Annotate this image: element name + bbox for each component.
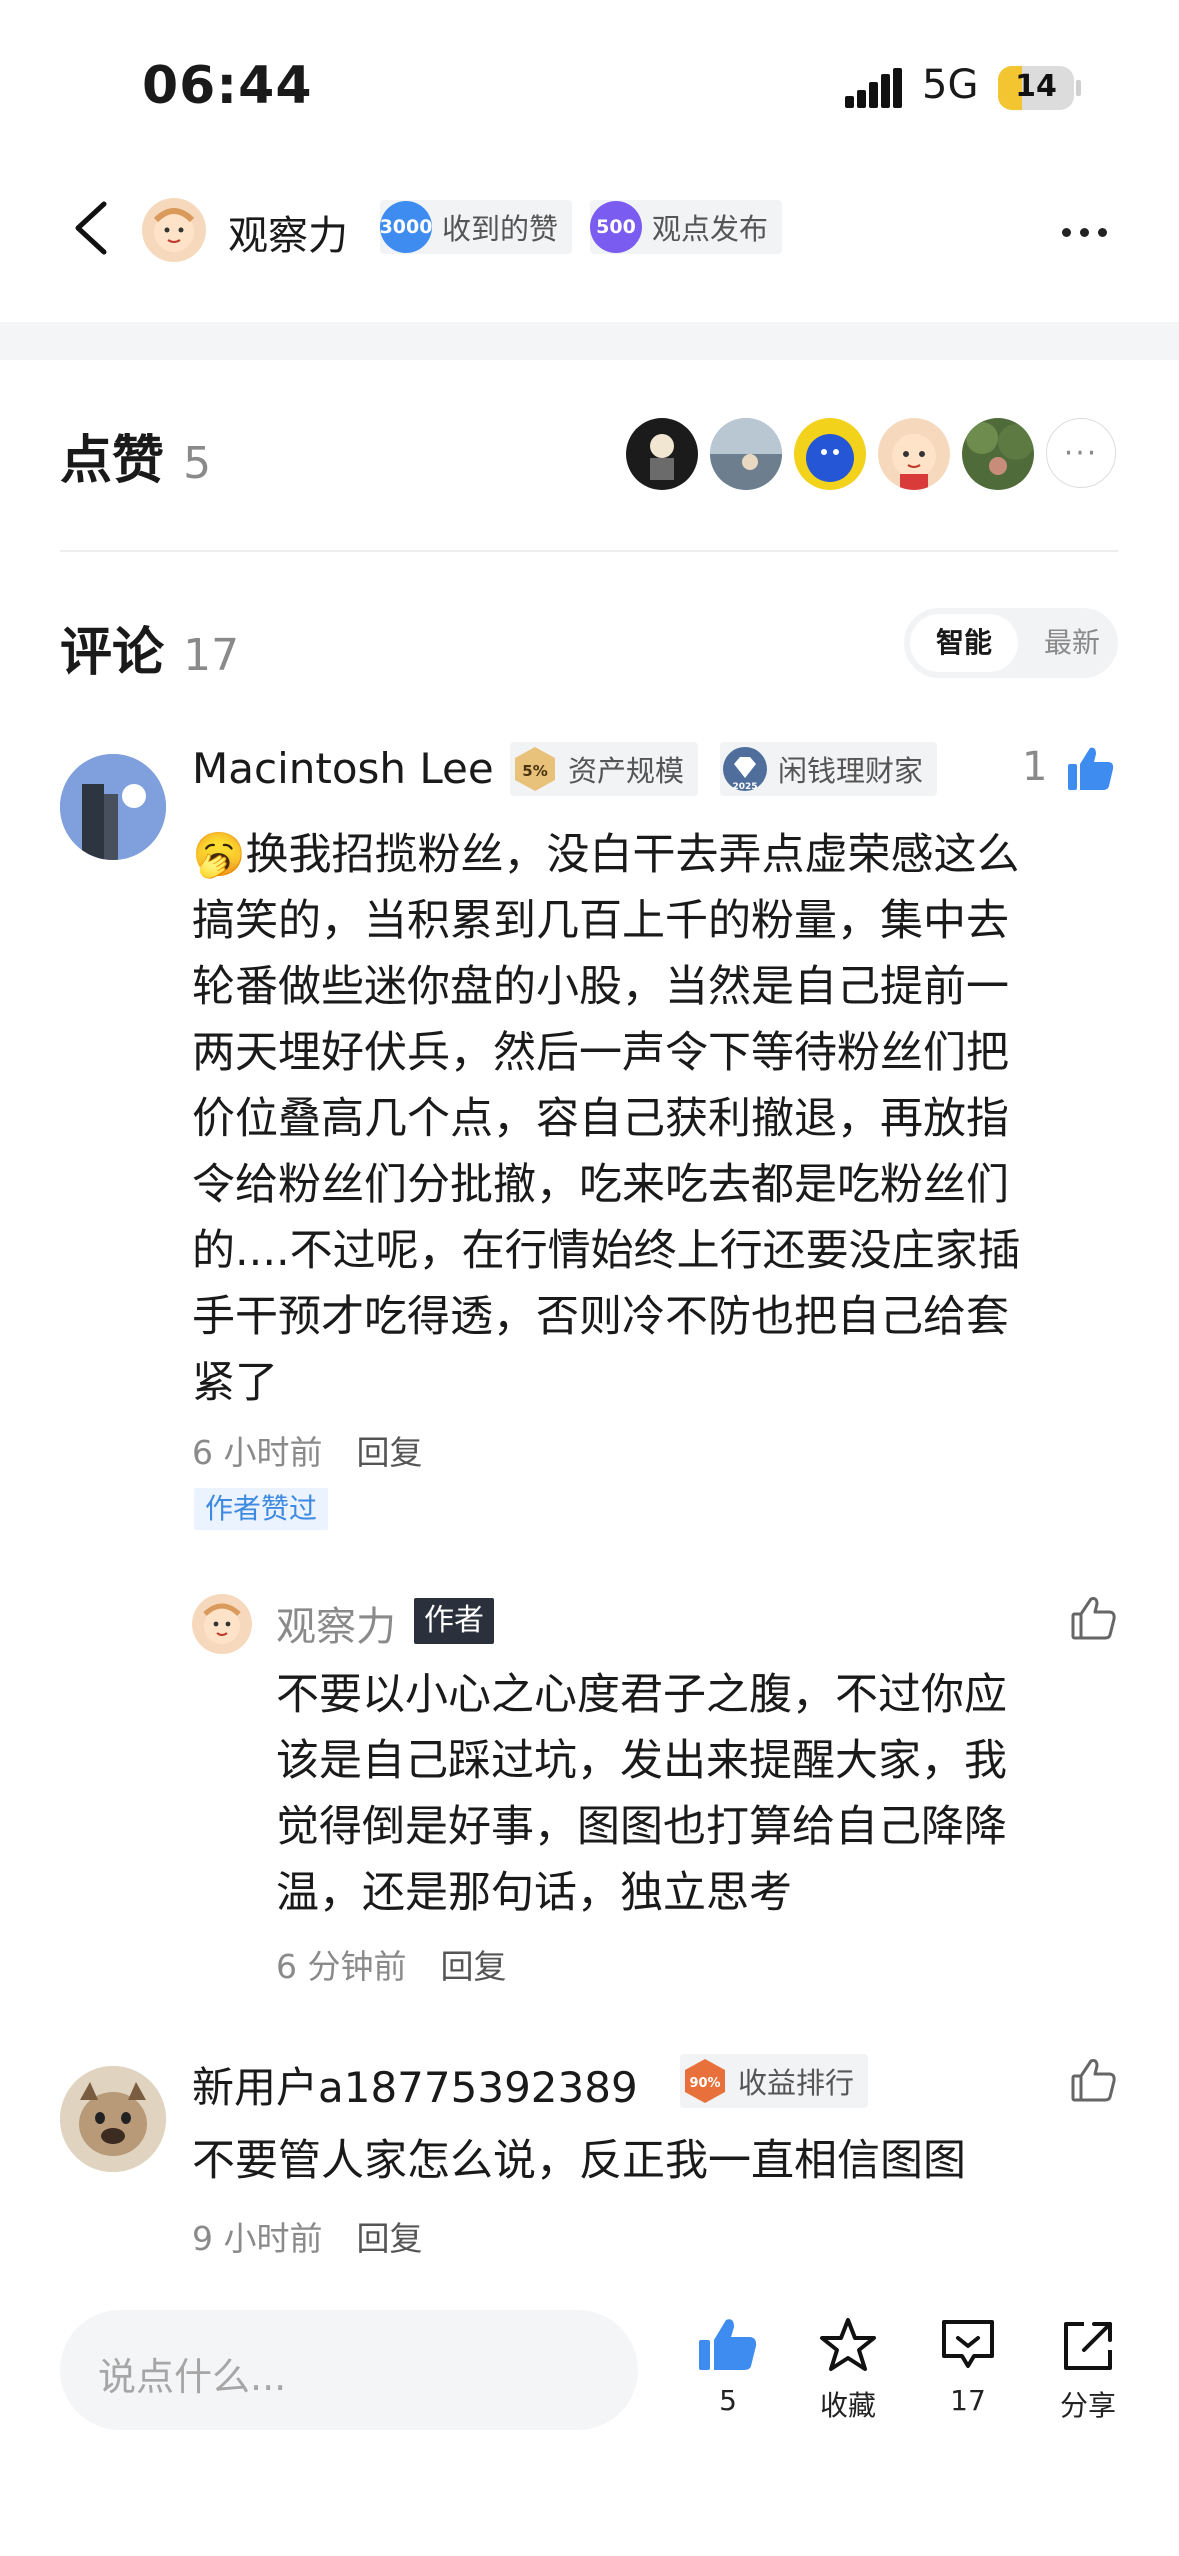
comment-like-count: 1 [1022,744,1048,790]
comment-action[interactable]: 17 [930,2316,1006,2417]
reply-avatar[interactable] [192,1594,252,1654]
reply-line: 不要以小心之心度君子之腹，不过你应 [276,1670,1007,1720]
share-action[interactable]: 分享 [1048,2316,1128,2424]
commenter-name[interactable]: 新用户a18775392389 [192,2054,638,2115]
status-time: 06:44 [142,56,313,116]
collect-action[interactable]: 收藏 [808,2316,888,2424]
sort-smart-tab[interactable]: 智能 [910,614,1018,672]
likes-title: 点赞 [60,431,165,491]
reply-body: 不要以小心之心度君子之腹，不过你应 该是自己踩过坑，发出来提醒大家，我 觉得倒是… [276,1662,1116,1926]
comment-line: 两天埋好伏兵，然后一声令下等待粉丝们把 [192,1028,1009,1078]
comment-input[interactable]: 说点什么... [60,2310,638,2430]
reply-time: 6 分钟前 [276,1947,407,1986]
likes-divider [60,550,1118,552]
investor-tag[interactable]: 2025 闲钱理财家 [720,742,938,796]
reply-line: 觉得倒是好事，图图也打算给自己降降 [276,1802,1007,1852]
comment-line-text: 换我招揽粉丝，没白干去弄点虚荣感这么 [245,830,1020,880]
author-liked-badge: 作者赞过 [194,1488,329,1530]
comment-line: 的....不过呢，在行情始终上行还要没庄家插 [192,1226,1021,1276]
comment-bubble-icon [942,2320,994,2368]
return-rank-tag[interactable]: 90% 收益排行 [680,2054,869,2108]
comment-body: 🥱换我招揽粉丝，没白干去弄点虚荣感这么 搞笑的，当积累到几百上千的粉量，集中去 … [192,822,1132,1416]
battery-icon: 14 [998,66,1074,110]
asset-scale-icon: 5% [510,744,560,794]
posts-published-chip[interactable]: 500 观点发布 [590,200,783,254]
commenter-avatar[interactable] [60,2066,166,2172]
comment-count: 17 [950,2384,986,2417]
comments-count: 17 [183,630,240,681]
reply-author-name[interactable]: 观察力 [276,1594,396,1652]
asset-scale-tag[interactable]: 5% 资产规模 [510,742,699,796]
comment-line: 令给粉丝们分批撤，吃来吃去都是吃粉丝们 [192,1160,1009,1210]
reply-button[interactable]: 回复 [357,1433,423,1472]
more-options-icon[interactable] [1062,222,1116,241]
comment-line: 搞笑的，当积累到几百上千的粉量，集中去 [192,896,1009,946]
return-rank-icon: 90% [680,2056,730,2106]
comment-body: 不要管人家怎么说，反正我一直相信图图 [192,2136,966,2186]
network-label: 5G [922,62,979,108]
likes-header: 点赞 5 [60,418,211,493]
return-rank-percent: 90% [689,2076,720,2091]
like-count: 5 [719,2384,737,2417]
posts-published-label: 观点发布 [652,212,769,246]
commenter-avatar[interactable] [60,754,166,860]
yawn-emoji: 🥱 [192,830,246,880]
posts-published-number: 500 [590,201,642,253]
reply-button[interactable]: 回复 [441,1947,507,1986]
star-icon [820,2318,876,2371]
comment-meta: 9 小时前 回复 [192,2212,423,2260]
header-username[interactable]: 观察力 [228,203,348,261]
asset-scale-percent: 5% [522,762,547,780]
header-avatar[interactable] [142,198,206,262]
like-action[interactable]: 5 [690,2316,766,2417]
thumbs-up-outline-icon[interactable] [1070,1594,1118,1642]
thumbs-up-filled-icon[interactable] [1066,744,1116,794]
comment-line: 手干预才吃得透，否则冷不防也把自己给套 [192,1292,1009,1342]
share-icon [1064,2322,1112,2370]
comment-line: 轮番做些迷你盘的小股，当然是自己提前一 [192,962,1009,1012]
comment-sort-toggle: 智能 最新 [904,608,1118,678]
back-arrow-icon[interactable] [70,200,114,256]
diamond-icon: 2025 [720,744,770,794]
comment-meta: 6 小时前 回复 [192,1426,423,1474]
likes-received-label: 收到的赞 [442,212,559,246]
author-badge: 作者 [414,1598,494,1644]
liker-avatar[interactable] [626,418,698,490]
comment-line: 价位叠高几个点，容自己获利撤退，再放指 [192,1094,1009,1144]
likes-received-number: 3000 [380,201,432,253]
commenter-name[interactable]: Macintosh Lee [192,744,494,793]
comments-header: 评论 17 [60,610,239,685]
more-likers-button[interactable]: ··· [1046,418,1116,488]
thumbs-up-outline-icon[interactable] [1070,2056,1118,2104]
liker-avatar[interactable] [962,418,1034,490]
investor-label: 闲钱理财家 [778,754,924,788]
sort-latest-tab[interactable]: 最新 [1032,614,1112,672]
asset-scale-label: 资产规模 [568,754,685,788]
section-divider [0,322,1179,360]
reply-meta: 6 分钟前 回复 [276,1940,507,1988]
comment-line: 紧了 [192,1358,278,1408]
comment-time: 6 小时前 [192,1433,323,1472]
thumbs-up-filled-icon [699,2319,757,2370]
battery-level: 14 [1015,69,1057,104]
likes-received-chip[interactable]: 3000 收到的赞 [380,200,573,254]
collect-label: 收藏 [819,2389,876,2422]
liker-avatar[interactable] [878,418,950,490]
likes-count: 5 [183,438,212,489]
liker-avatars: ··· [626,418,1116,490]
comments-title: 评论 [60,623,165,683]
reply-line: 该是自己踩过坑，发出来提醒大家，我 [276,1736,1007,1786]
reply-line: 温，还是那句话，独立思考 [276,1868,792,1918]
comment-input-placeholder: 说点什么... [98,2355,287,2399]
signal-icon [845,68,902,108]
reply-button[interactable]: 回复 [357,2219,423,2258]
return-rank-label: 收益排行 [738,2066,855,2100]
share-label: 分享 [1059,2389,1116,2422]
comment-line: 🥱换我招揽粉丝，没白干去弄点虚荣感这么 [192,822,1132,888]
liker-avatar[interactable] [710,418,782,490]
liker-avatar[interactable] [794,418,866,490]
investor-year: 2025 [732,782,757,792]
battery-tip [1076,80,1081,96]
comment-time: 9 小时前 [192,2219,323,2258]
